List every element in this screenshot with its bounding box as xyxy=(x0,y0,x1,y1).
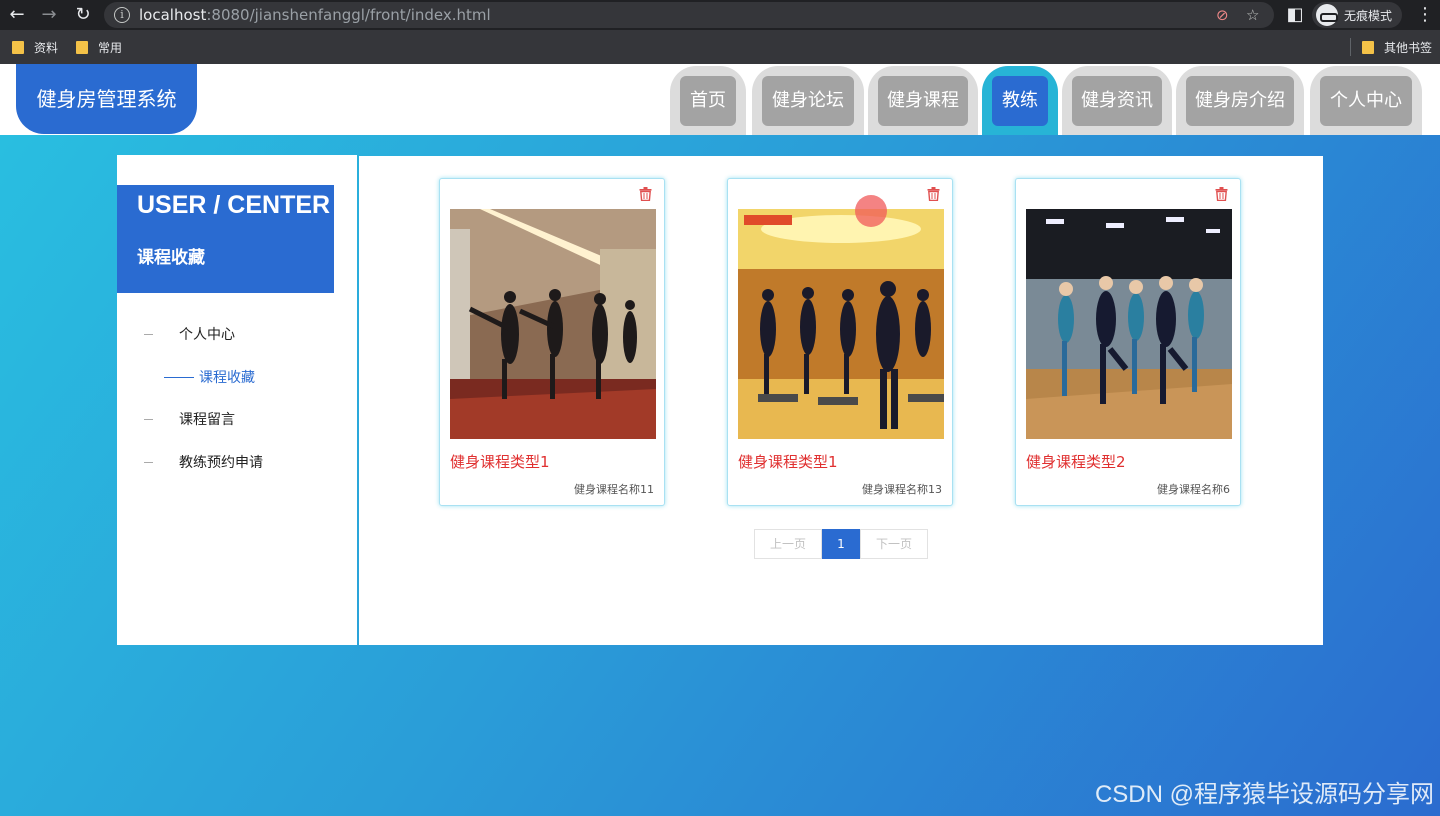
back-icon[interactable]: ← xyxy=(6,4,28,26)
bookmark-label: 资料 xyxy=(34,41,59,55)
nav-label: 教练 xyxy=(992,76,1048,126)
nav-label: 健身论坛 xyxy=(762,76,854,126)
course-name: 健身课程名称11 xyxy=(574,483,654,496)
sidebar-title: USER / CENTER xyxy=(137,191,331,219)
bookmark-star-icon[interactable]: ☆ xyxy=(1246,6,1259,24)
url-text[interactable]: localhost:8080/jianshenfanggl/front/inde… xyxy=(139,6,491,24)
dash-icon xyxy=(144,418,153,420)
next-page-button[interactable]: 下一页 xyxy=(860,529,928,559)
site-logo[interactable]: 健身房管理系统 xyxy=(16,64,197,134)
dash-icon xyxy=(144,461,153,463)
folder-icon xyxy=(76,41,88,54)
side-panel-icon[interactable]: ◧ xyxy=(1284,4,1306,26)
course-card[interactable]: 健身课程类型2 健身课程名称6 xyxy=(1015,178,1241,506)
course-photo[interactable] xyxy=(738,209,944,439)
bookmark-folder[interactable]: 资料 xyxy=(12,39,58,56)
bookmarks-bar: 资料 常用 其他书签 xyxy=(0,30,1440,64)
cursor-highlight xyxy=(855,195,887,227)
course-name: 健身课程名称6 xyxy=(1157,483,1230,496)
folder-icon xyxy=(12,41,24,54)
nav-label: 首页 xyxy=(680,76,736,126)
course-card[interactable]: 健身课程类型1 健身课程名称13 xyxy=(727,178,953,506)
bookmark-label: 常用 xyxy=(98,41,123,55)
incognito-label: 无痕模式 xyxy=(1344,8,1393,23)
sidebar-item-label: 课程留言 xyxy=(179,412,235,428)
pagination: 上一页 1 下一页 xyxy=(754,529,928,559)
course-type: 健身课程类型1 xyxy=(450,453,550,471)
url-host: localhost xyxy=(139,6,207,24)
favorites-content: 健身课程类型1 健身课程名称11 健身课程类型1 健身课程名称13 健身课程类型… xyxy=(359,156,1323,645)
course-type: 健身课程类型2 xyxy=(1026,453,1126,471)
page-number-button[interactable]: 1 xyxy=(822,529,860,559)
other-bookmarks-label: 其他书签 xyxy=(1384,41,1433,55)
browser-menu-icon[interactable]: ⋮ xyxy=(1416,4,1434,25)
prev-page-button[interactable]: 上一页 xyxy=(754,529,822,559)
sidebar-item-coach-booking[interactable]: 教练预约申请 xyxy=(117,450,263,474)
nav-label: 健身房介绍 xyxy=(1186,76,1294,126)
nav-about[interactable]: 健身房介绍 xyxy=(1176,66,1304,135)
dash-icon xyxy=(144,333,153,335)
course-photo[interactable] xyxy=(450,209,656,439)
sidebar-item-user-center[interactable]: 个人中心 xyxy=(117,322,235,346)
reload-icon[interactable]: ↻ xyxy=(72,4,94,26)
blocked-content-icon[interactable]: ⊘ xyxy=(1216,6,1229,24)
nav-label: 健身资讯 xyxy=(1072,76,1162,126)
course-name: 健身课程名称13 xyxy=(862,483,942,496)
user-center-sidebar: USER / CENTER 课程收藏 个人中心 课程收藏 课程留言 教练预约申请 xyxy=(117,155,357,645)
course-photo[interactable] xyxy=(1026,209,1232,439)
sidebar-item-label: 课程收藏 xyxy=(199,370,255,386)
dash-icon xyxy=(164,376,194,378)
folder-icon xyxy=(1362,41,1374,54)
site-info-icon[interactable]: i xyxy=(114,7,130,23)
course-type: 健身课程类型1 xyxy=(738,453,838,471)
course-card[interactable]: 健身课程类型1 健身课程名称11 xyxy=(439,178,665,506)
trash-icon[interactable] xyxy=(1215,187,1228,201)
bookmark-divider xyxy=(1350,38,1351,56)
trash-icon[interactable] xyxy=(927,187,940,201)
nav-news[interactable]: 健身资讯 xyxy=(1062,66,1172,135)
sidebar-header: USER / CENTER 课程收藏 xyxy=(117,185,334,293)
watermark: CSDN @程序猿毕设源码分享网 xyxy=(1094,781,1434,808)
browser-toolbar: ← → ↻ i localhost:8080/jianshenfanggl/fr… xyxy=(0,0,1440,30)
sidebar-subtitle: 课程收藏 xyxy=(137,248,205,268)
url-path: :8080/jianshenfanggl/front/index.html xyxy=(206,6,491,24)
forward-icon[interactable]: → xyxy=(38,4,60,26)
site-header: 健身房管理系统 首页 健身论坛 健身课程 教练 健身资讯 健身房介绍 个人中心 xyxy=(0,64,1440,135)
incognito-icon xyxy=(1316,4,1338,26)
nav-courses[interactable]: 健身课程 xyxy=(868,66,978,135)
incognito-badge[interactable]: 无痕模式 xyxy=(1312,2,1403,28)
sidebar-item-course-favorites[interactable]: 课程收藏 xyxy=(117,365,255,389)
sidebar-item-label: 教练预约申请 xyxy=(179,455,263,471)
nav-coach[interactable]: 教练 xyxy=(982,66,1058,135)
nav-home[interactable]: 首页 xyxy=(670,66,746,135)
nav-forum[interactable]: 健身论坛 xyxy=(752,66,864,135)
nav-label: 健身课程 xyxy=(878,76,968,126)
trash-icon[interactable] xyxy=(639,187,652,201)
other-bookmarks-folder[interactable]: 其他书签 xyxy=(1362,39,1432,56)
nav-user-center[interactable]: 个人中心 xyxy=(1310,66,1422,135)
bookmark-folder[interactable]: 常用 xyxy=(76,39,122,56)
sidebar-item-label: 个人中心 xyxy=(179,327,235,343)
sidebar-item-course-messages[interactable]: 课程留言 xyxy=(117,407,235,431)
address-bar[interactable]: i localhost:8080/jianshenfanggl/front/in… xyxy=(104,2,1274,28)
nav-label: 个人中心 xyxy=(1320,76,1412,126)
